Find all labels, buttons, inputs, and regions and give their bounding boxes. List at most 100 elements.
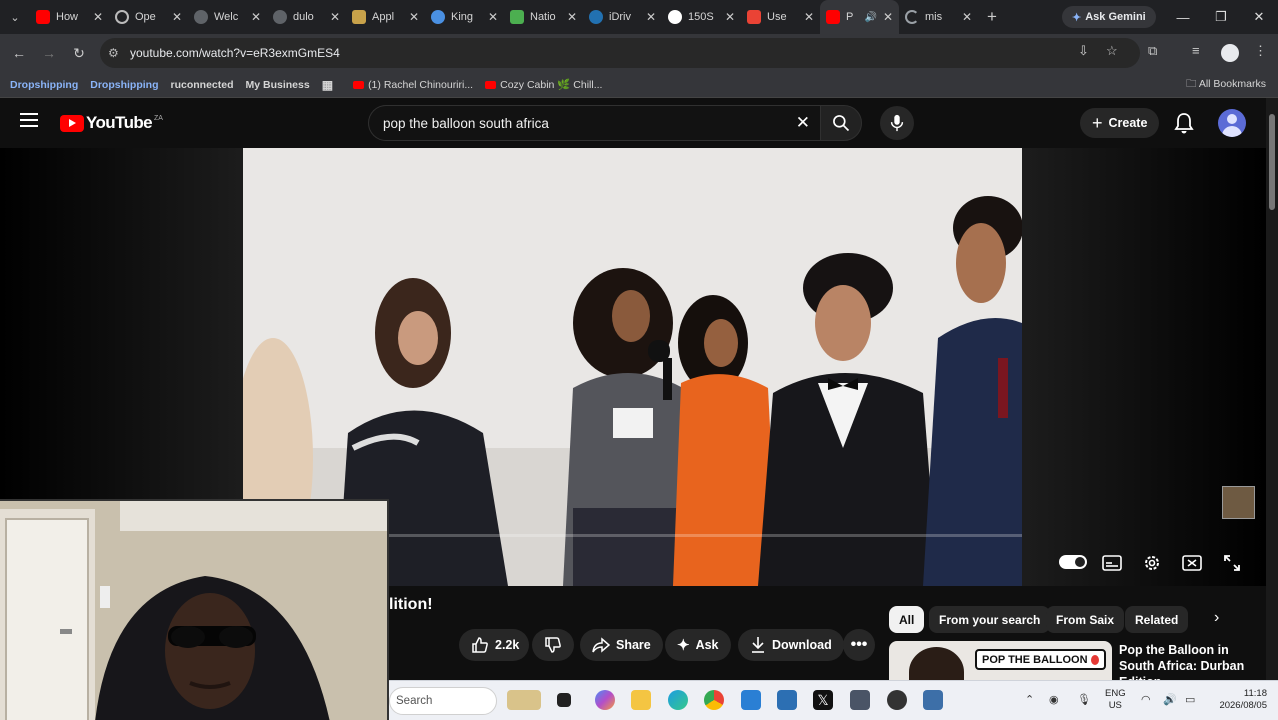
- tab-close-icon[interactable]: ✕: [567, 10, 577, 24]
- more-actions-icon[interactable]: •••: [843, 629, 875, 661]
- task-view-icon[interactable]: [557, 693, 571, 707]
- settings-app-icon[interactable]: [923, 690, 943, 710]
- tab-close-icon[interactable]: ✕: [646, 10, 656, 24]
- obs-record-icon[interactable]: [887, 690, 907, 710]
- browser-tab[interactable]: King ✕: [425, 0, 504, 34]
- extensions-icon[interactable]: ⧉: [1148, 43, 1157, 59]
- tray-chevron-up-icon[interactable]: ⌃: [1025, 693, 1034, 706]
- ask-button[interactable]: ✦ Ask: [665, 629, 731, 661]
- page-scrollbar[interactable]: [1266, 98, 1278, 680]
- menu-hamburger-icon[interactable]: [20, 113, 38, 127]
- chevron-right-icon[interactable]: ›: [1214, 609, 1219, 627]
- tray-app-icon[interactable]: ◉: [1049, 693, 1059, 706]
- clear-search-icon[interactable]: ✕: [796, 113, 810, 133]
- browser-tab[interactable]: Natio ✕: [504, 0, 583, 34]
- browser-tab[interactable]: mis ✕: [899, 0, 978, 34]
- tab-close-icon[interactable]: ✕: [725, 10, 735, 24]
- close-window-icon[interactable]: ✕: [1240, 0, 1278, 34]
- chrome-menu-icon[interactable]: ⋮: [1254, 43, 1267, 59]
- download-button[interactable]: Download: [738, 629, 844, 661]
- address-bar[interactable]: ⚙ youtube.com/watch?v=eR3exmGmES4: [100, 38, 1140, 68]
- chip-all[interactable]: All: [889, 606, 925, 633]
- battery-icon[interactable]: ▭: [1185, 693, 1195, 706]
- chrome-icon[interactable]: [704, 690, 724, 710]
- browser-tab-active[interactable]: P 🔊 ✕: [820, 0, 899, 34]
- scrollbar-thumb[interactable]: [1269, 114, 1275, 210]
- tab-close-icon[interactable]: ✕: [251, 10, 261, 24]
- browser-tab[interactable]: Ope ✕: [109, 0, 188, 34]
- bookmark-item[interactable]: (1) Rachel Chinouriri...: [347, 79, 479, 91]
- tab-search-chevron-icon[interactable]: ⌄: [0, 0, 30, 34]
- miniplayer-icon[interactable]: [1180, 553, 1204, 573]
- search-input[interactable]: pop the balloon south africa ✕: [368, 105, 820, 141]
- browser-tab[interactable]: How ✕: [30, 0, 109, 34]
- recommended-video-thumbnail[interactable]: POP THE BALLOON: [889, 641, 1112, 681]
- x-twitter-icon[interactable]: 𝕏: [813, 690, 833, 710]
- vscode-icon[interactable]: [741, 690, 761, 710]
- browser-tab[interactable]: 150S ✕: [662, 0, 741, 34]
- fullscreen-icon[interactable]: [1220, 553, 1244, 573]
- widgets-icon[interactable]: [507, 690, 541, 710]
- create-button[interactable]: + Create: [1080, 108, 1160, 138]
- tab-close-icon[interactable]: ✕: [172, 10, 182, 24]
- volume-icon[interactable]: 🔊: [1163, 693, 1177, 706]
- tab-close-icon[interactable]: ✕: [804, 10, 814, 24]
- minimize-icon[interactable]: —: [1164, 0, 1202, 34]
- media-controls-icon[interactable]: ≡: [1192, 43, 1200, 58]
- subtitles-icon[interactable]: [1100, 553, 1124, 573]
- browser-tab[interactable]: Welc ✕: [188, 0, 267, 34]
- browser-tab[interactable]: dulo ✕: [267, 0, 346, 34]
- powershell-icon[interactable]: [777, 690, 797, 710]
- tab-close-icon[interactable]: ✕: [883, 10, 893, 24]
- autoplay-toggle[interactable]: [1059, 555, 1087, 569]
- audio-playing-icon[interactable]: 🔊: [864, 12, 876, 23]
- profile-avatar[interactable]: [1221, 44, 1239, 62]
- wifi-icon[interactable]: ◠: [1141, 693, 1151, 706]
- language-indicator[interactable]: ENG US: [1105, 688, 1126, 712]
- bookmark-item[interactable]: Dropshipping: [84, 79, 164, 91]
- browser-tab[interactable]: Appl ✕: [346, 0, 425, 34]
- bookmark-item[interactable]: ruconnected: [165, 79, 240, 91]
- apps-grid-icon[interactable]: ▦: [316, 78, 339, 92]
- recommended-video-title[interactable]: Pop the Balloon in South Africa: Durban …: [1119, 642, 1259, 680]
- ask-gemini-button[interactable]: ✦ Ask Gemini: [1062, 6, 1156, 28]
- camera-icon[interactable]: [850, 690, 870, 710]
- bookmark-item[interactable]: Dropshipping: [4, 79, 84, 91]
- share-button[interactable]: Share: [580, 629, 663, 661]
- tray-microphone-icon[interactable]: 🎙: [1077, 693, 1091, 706]
- tab-close-icon[interactable]: ✕: [330, 10, 340, 24]
- channel-thumbnail[interactable]: [1222, 486, 1255, 519]
- install-app-icon[interactable]: ⇩: [1078, 43, 1089, 59]
- all-bookmarks-button[interactable]: 🗀 All Bookmarks: [1180, 76, 1272, 94]
- system-clock[interactable]: 11:18 2026/08/05: [1199, 688, 1267, 712]
- bookmark-item[interactable]: My Business: [240, 79, 316, 91]
- copilot-icon[interactable]: [595, 690, 615, 710]
- search-button[interactable]: [820, 105, 862, 141]
- chip-from-your-search[interactable]: From your search: [929, 606, 1051, 633]
- chip-from-saix[interactable]: From Saix: [1046, 606, 1125, 633]
- back-arrow-icon[interactable]: ←: [4, 45, 34, 61]
- file-explorer-icon[interactable]: [631, 690, 651, 710]
- tab-close-icon[interactable]: ✕: [93, 10, 103, 24]
- settings-gear-icon[interactable]: [1140, 553, 1164, 573]
- browser-tab[interactable]: iDriv ✕: [583, 0, 662, 34]
- reload-icon[interactable]: ↻: [64, 45, 94, 62]
- restore-icon[interactable]: ❐: [1202, 0, 1240, 34]
- tab-close-icon[interactable]: ✕: [962, 10, 972, 24]
- tab-close-icon[interactable]: ✕: [488, 10, 498, 24]
- dislike-button[interactable]: [532, 629, 574, 661]
- browser-tab[interactable]: Use ✕: [741, 0, 820, 34]
- edge-icon[interactable]: [668, 690, 688, 710]
- tab-close-icon[interactable]: ✕: [409, 10, 419, 24]
- chip-related[interactable]: Related: [1125, 606, 1189, 633]
- bookmark-item[interactable]: Cozy Cabin 🌿 Chill...: [479, 78, 608, 91]
- notifications-bell-icon[interactable]: [1174, 112, 1194, 139]
- taskbar-search-input[interactable]: Search: [389, 687, 497, 715]
- forward-arrow-icon[interactable]: →: [34, 45, 64, 61]
- site-info-icon[interactable]: ⚙: [108, 46, 130, 60]
- voice-search-button[interactable]: [880, 106, 914, 140]
- youtube-logo[interactable]: YouTube ZA: [60, 113, 163, 133]
- new-tab-button[interactable]: +: [978, 7, 1006, 27]
- account-avatar[interactable]: [1218, 109, 1246, 137]
- bookmark-star-icon[interactable]: ☆: [1106, 43, 1118, 59]
